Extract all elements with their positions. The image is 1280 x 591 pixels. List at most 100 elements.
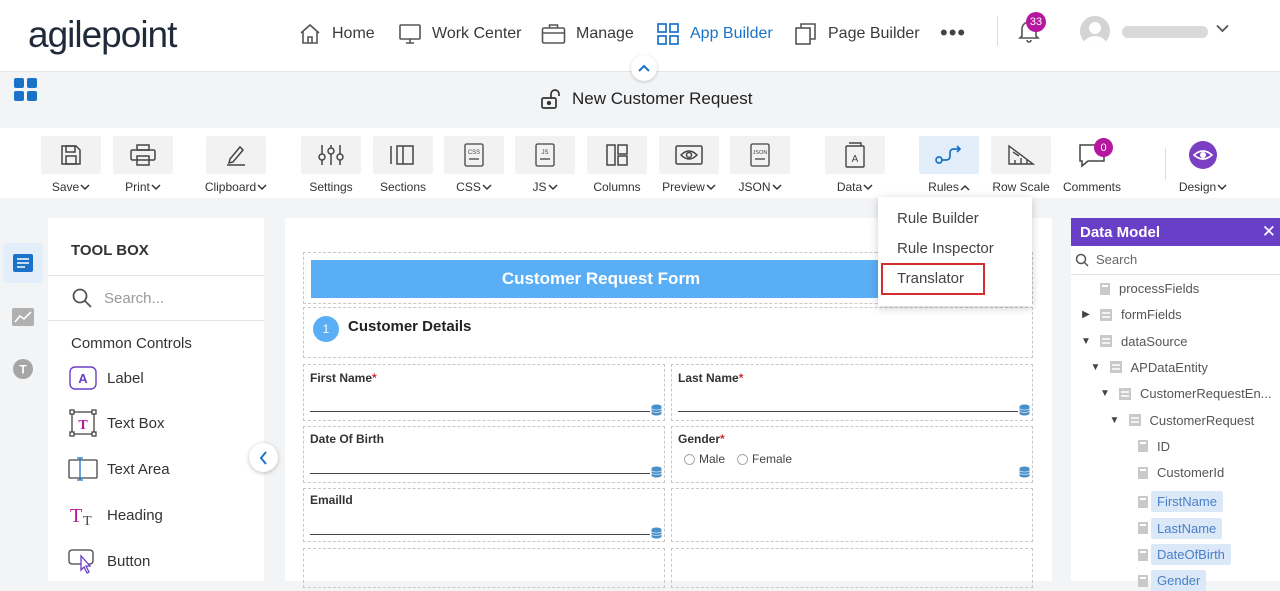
first-name-input[interactable] <box>310 411 650 412</box>
css-button[interactable]: CSS CSS <box>441 136 507 196</box>
data-model-search[interactable]: Search <box>1075 252 1137 267</box>
nav-manage[interactable]: Manage <box>541 20 634 48</box>
row-scale-button[interactable]: Row Scale <box>988 136 1054 196</box>
data-button[interactable]: A Data <box>822 136 888 196</box>
settings-button[interactable]: Settings <box>298 136 364 196</box>
print-button[interactable]: Print <box>110 136 176 196</box>
entity-icon <box>1099 308 1113 322</box>
tree-node[interactable]: ▼ APDataEntity <box>1091 360 1208 375</box>
columns-button[interactable]: Columns <box>584 136 650 196</box>
last-name-input[interactable] <box>678 411 1018 412</box>
tree-node[interactable]: DateOfBirth <box>1119 544 1231 565</box>
toolbox-search[interactable]: Search... <box>72 288 164 308</box>
js-button[interactable]: JS JS <box>512 136 578 196</box>
sections-button[interactable]: Sections <box>370 136 436 196</box>
tree-node-label: CustomerId <box>1157 465 1225 481</box>
menu-item-rule-builder[interactable]: Rule Builder <box>897 210 979 227</box>
caret-down-icon[interactable]: ▼ <box>1091 362 1101 373</box>
empty-cell[interactable] <box>303 548 665 588</box>
tree-node-label: dataSource <box>1121 333 1188 349</box>
email-input[interactable] <box>310 534 650 535</box>
caret-right-icon[interactable]: ▶ <box>1081 309 1091 320</box>
gender-label: Gender* <box>678 432 725 446</box>
form-header-banner[interactable]: Customer Request Form <box>311 260 891 298</box>
columns-icon <box>587 136 647 174</box>
save-button[interactable]: Save <box>38 136 104 196</box>
collapse-header-button[interactable] <box>631 55 657 81</box>
more-menu-button[interactable]: ••• <box>940 20 966 46</box>
tree-node[interactable]: CustomerId <box>1119 465 1224 480</box>
database-icon <box>1019 466 1030 478</box>
svg-text:T: T <box>19 363 27 377</box>
chevron-down-icon[interactable] <box>1216 24 1229 33</box>
caret-down-icon[interactable]: ▼ <box>1081 336 1091 347</box>
data-icon: A <box>825 136 885 174</box>
date-of-birth-input[interactable] <box>310 473 650 474</box>
json-button[interactable]: JSON JSON <box>727 136 793 196</box>
svg-text:A: A <box>78 371 88 386</box>
tree-node[interactable]: ▼ CustomerRequestEn... <box>1100 386 1271 401</box>
menu-item-translator[interactable]: Translator <box>897 270 964 287</box>
gender-option-male[interactable]: Male <box>684 452 725 466</box>
caret-down-icon[interactable]: ▼ <box>1100 388 1110 399</box>
page-title-text: New Customer Request <box>572 89 753 108</box>
agilepoint-logo[interactable]: agilepoint <box>28 14 177 56</box>
analytics-tab[interactable] <box>3 297 43 337</box>
tree-node[interactable]: ▶ formFields <box>1081 307 1182 322</box>
theme-tab[interactable]: T <box>3 349 43 389</box>
tool-heading[interactable]: TT Heading <box>68 500 163 530</box>
tool-text-box[interactable]: T Text Box <box>68 408 165 438</box>
unlock-icon[interactable] <box>540 88 562 110</box>
tree-node[interactable]: ▼ CustomerRequest <box>1110 413 1255 428</box>
nav-manage-label: Manage <box>576 25 634 42</box>
tool-label[interactable]: A Label <box>68 363 144 393</box>
field-icon <box>1137 521 1149 535</box>
tree-node[interactable]: ▼ dataSource <box>1081 333 1188 349</box>
empty-cell[interactable] <box>671 548 1033 588</box>
svg-text:JS: JS <box>541 150 548 156</box>
app-launcher-button[interactable] <box>14 78 38 102</box>
tree-node[interactable]: ID <box>1119 439 1170 454</box>
collapse-toolbox-button[interactable] <box>249 443 278 472</box>
toolbox-tab[interactable] <box>3 243 43 283</box>
chevron-down-icon <box>482 183 492 190</box>
preview-button[interactable]: Preview <box>656 136 722 196</box>
nav-app-builder[interactable]: App Builder <box>656 20 773 48</box>
empty-cell[interactable] <box>671 488 1033 542</box>
tree-node[interactable]: processFields <box>1081 281 1199 296</box>
comments-button[interactable]: Comments 0 <box>1059 136 1125 196</box>
nav-home[interactable]: Home <box>298 20 375 48</box>
gender-option-female[interactable]: Female <box>737 452 792 466</box>
form-list-icon <box>13 254 33 272</box>
nav-page-builder-label: Page Builder <box>828 25 920 42</box>
clipboard-button[interactable]: Clipboard <box>203 136 269 196</box>
tool-button[interactable]: Button <box>68 546 150 576</box>
clipboard-label: Clipboard <box>204 180 257 194</box>
nav-page-builder[interactable]: Page Builder <box>794 20 920 48</box>
nav-home-label: Home <box>332 25 375 42</box>
sliders-icon <box>301 136 361 174</box>
menu-item-rule-inspector[interactable]: Rule Inspector <box>897 240 994 257</box>
data-model-search-input[interactable]: Search <box>1096 252 1137 267</box>
data-model-panel: Data Model ✕ Search processFields ▶ formFi… <box>1071 218 1280 591</box>
avatar[interactable] <box>1080 16 1110 46</box>
gender-cell[interactable] <box>671 426 1033 483</box>
tree-node[interactable]: LastName <box>1119 517 1223 539</box>
nav-work-center[interactable]: Work Center <box>398 20 522 48</box>
toolbox-search-input[interactable]: Search... <box>104 290 164 307</box>
print-label: Print <box>125 180 150 194</box>
svg-text:T: T <box>83 514 92 527</box>
email-label: EmailId <box>310 493 353 507</box>
tool-text-area[interactable]: Text Area <box>68 454 170 484</box>
notifications-button[interactable]: 33 <box>1017 12 1046 44</box>
field-icon <box>1137 466 1149 480</box>
comments-label: Comments <box>1062 180 1121 194</box>
caret-down-icon[interactable]: ▼ <box>1110 415 1120 426</box>
close-icon[interactable]: ✕ <box>1262 222 1276 242</box>
rules-button[interactable]: Rules <box>916 136 982 196</box>
design-button[interactable]: Design <box>1170 136 1236 196</box>
database-icon <box>651 466 662 478</box>
required-mark: * <box>720 432 725 446</box>
tree-node[interactable]: FirstName <box>1119 491 1223 513</box>
user-name-redacted[interactable] <box>1122 26 1208 38</box>
